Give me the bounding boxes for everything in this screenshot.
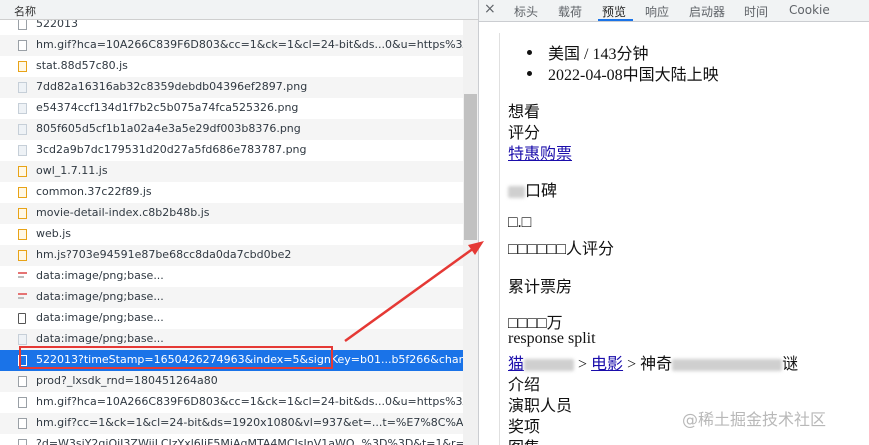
- annotation-arrow-icon: [344, 241, 484, 343]
